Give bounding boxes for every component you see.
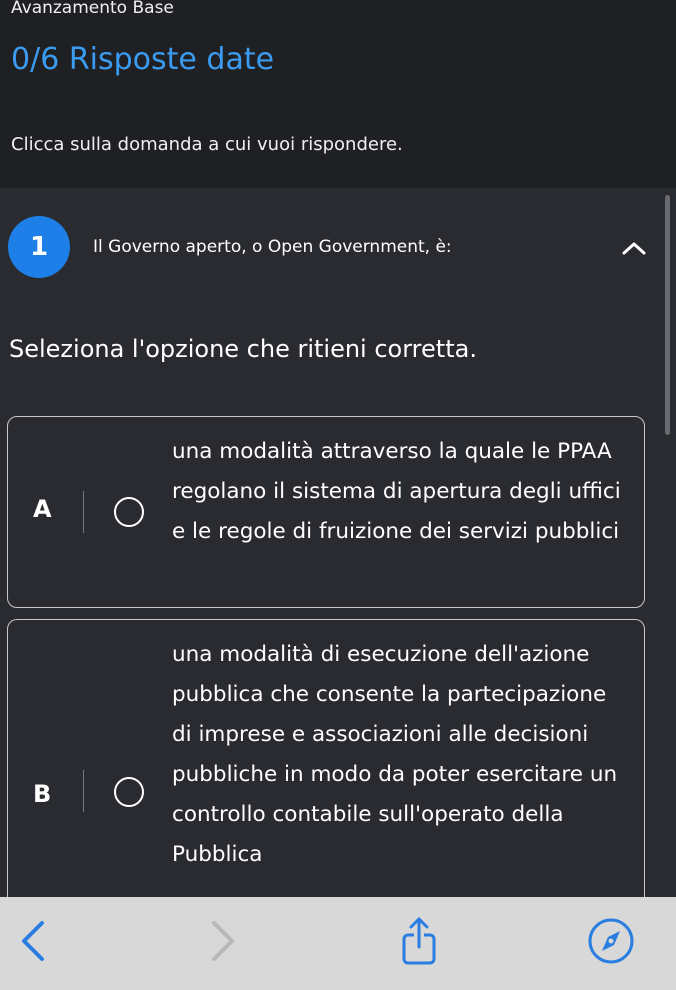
browser-toolbar: [0, 897, 676, 990]
page-title: 0/6 Risposte date: [11, 42, 275, 77]
question-panel: 1 Il Governo aperto, o Open Government, …: [0, 188, 676, 919]
scrollbar[interactable]: [665, 195, 670, 435]
option-letter: B: [33, 780, 52, 808]
option-a[interactable]: A una modalità attraverso la quale le PP…: [7, 416, 645, 608]
share-icon[interactable]: [394, 917, 444, 965]
radio-button-a[interactable]: [114, 497, 144, 527]
back-icon[interactable]: [10, 917, 60, 965]
option-text: una modalità di esecuzione dell'azione p…: [172, 642, 618, 867]
question-number-badge: 1: [8, 216, 70, 278]
option-divider: [83, 491, 84, 533]
instruction-text: Clicca sulla domanda a cui vuoi risponde…: [11, 134, 403, 155]
select-hint: Seleziona l'opzione che ritieni corretta…: [9, 335, 477, 363]
option-divider: [83, 770, 84, 812]
option-letter: A: [33, 495, 52, 523]
chevron-up-icon[interactable]: [617, 236, 651, 260]
compass-icon[interactable]: [586, 917, 636, 965]
question-text[interactable]: Il Governo aperto, o Open Government, è:: [93, 237, 452, 257]
radio-button-b[interactable]: [114, 777, 144, 807]
forward-icon[interactable]: [196, 917, 246, 965]
option-text: una modalità attraverso la quale le PPAA…: [172, 439, 621, 544]
option-b[interactable]: B una modalità di esecuzione dell'azione…: [7, 619, 645, 919]
header: Avanzamento Base 0/6 Risposte date Clicc…: [0, 0, 676, 188]
breadcrumb: Avanzamento Base: [11, 0, 174, 18]
